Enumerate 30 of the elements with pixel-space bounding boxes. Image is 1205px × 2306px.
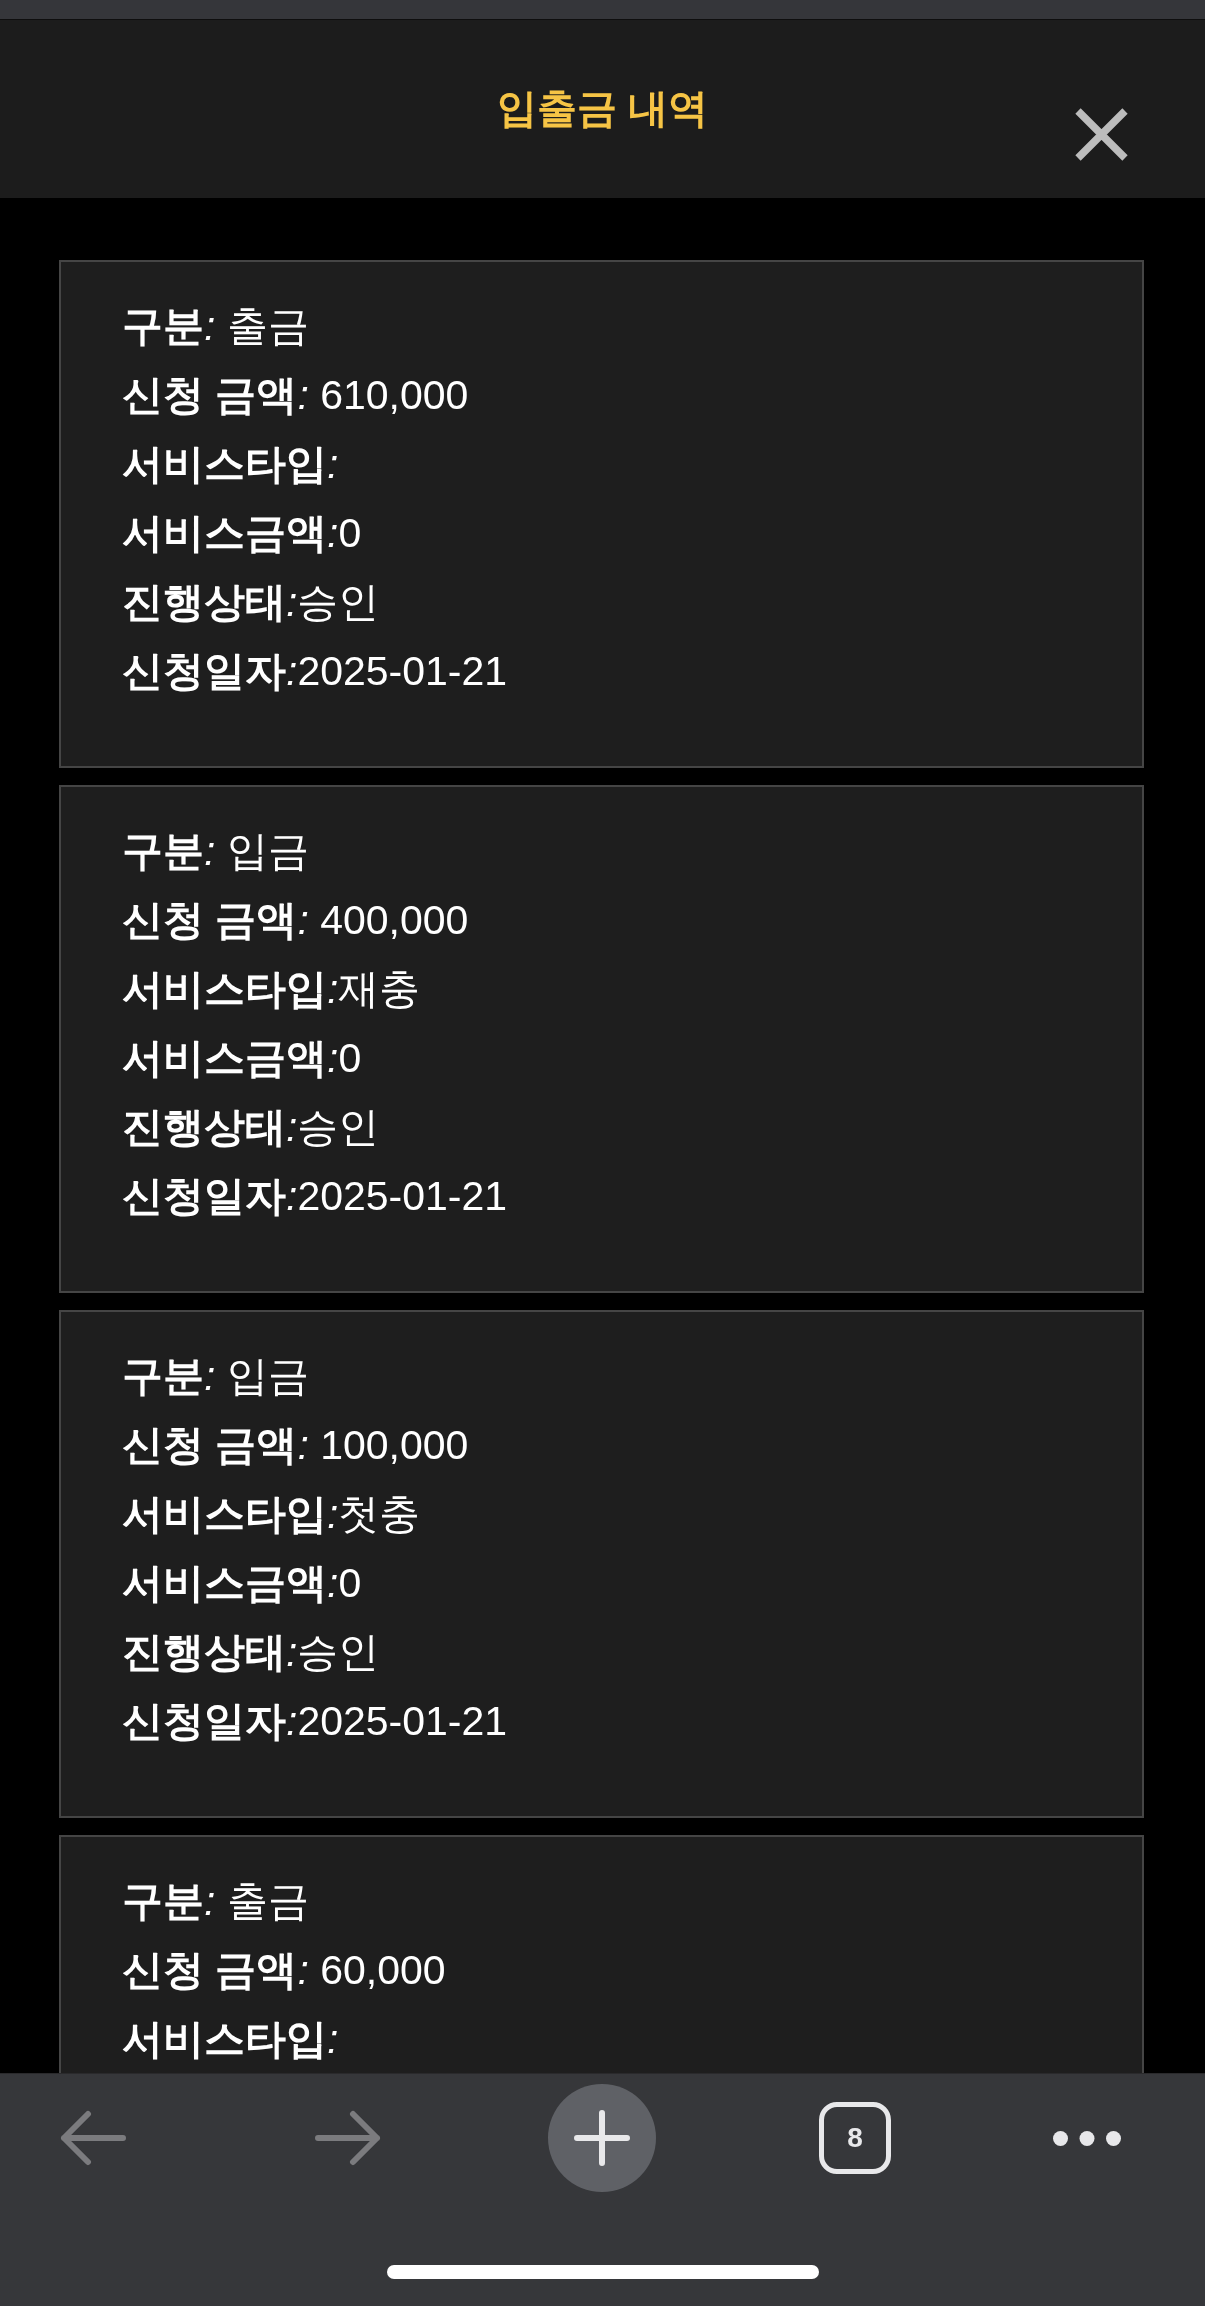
transaction-detail: 진행상태:승인 bbox=[122, 1102, 381, 1152]
transaction-detail: 신청 금액: 60,000 bbox=[122, 1945, 447, 1995]
transaction-detail: 구분: 입금 bbox=[122, 1351, 310, 1401]
transaction-detail: 서비스금액:0 bbox=[122, 1033, 363, 1083]
transaction-detail: 서비스타입: bbox=[122, 439, 340, 489]
tab-count-button[interactable]: 8 bbox=[819, 2102, 891, 2174]
page-title: 입출금 내역 bbox=[496, 85, 709, 132]
transaction-detail: 신청일자:2025-01-21 bbox=[122, 646, 509, 696]
transaction-detail: 신청 금액: 610,000 bbox=[122, 370, 470, 420]
transaction-detail: 구분: 입금 bbox=[122, 826, 310, 876]
transaction-detail: 신청 금액: 400,000 bbox=[122, 895, 470, 945]
transaction-detail: 구분: 출금 bbox=[122, 1876, 310, 1926]
transaction-detail: 신청 금액: 100,000 bbox=[122, 1420, 470, 1470]
transaction-detail: 신청일자:2025-01-21 bbox=[122, 1171, 509, 1221]
transaction-detail: 진행상태:승인 bbox=[122, 1627, 381, 1677]
close-icon bbox=[1075, 108, 1128, 161]
close-button[interactable] bbox=[1075, 108, 1128, 161]
left-arrow-icon bbox=[60, 2110, 126, 2166]
transaction-detail: 서비스타입:첫충 bbox=[122, 1489, 422, 1539]
transaction-detail: 서비스금액:0 bbox=[122, 508, 363, 558]
transaction-detail: 서비스타입:재충 bbox=[122, 964, 422, 1014]
transaction-detail: 구분: 출금 bbox=[122, 301, 310, 351]
transaction-detail: 서비스타입: bbox=[122, 2014, 340, 2064]
transaction-detail: 서비스금액:0 bbox=[122, 1558, 363, 1608]
transaction-detail: 진행상태:승인 bbox=[122, 577, 381, 627]
transaction-detail: 신청일자:2025-01-21 bbox=[122, 1696, 509, 1746]
more-icon bbox=[1053, 2130, 1121, 2146]
more-button[interactable] bbox=[1053, 2130, 1121, 2146]
right-arrow-icon bbox=[315, 2110, 381, 2166]
plus-icon bbox=[574, 2110, 630, 2166]
